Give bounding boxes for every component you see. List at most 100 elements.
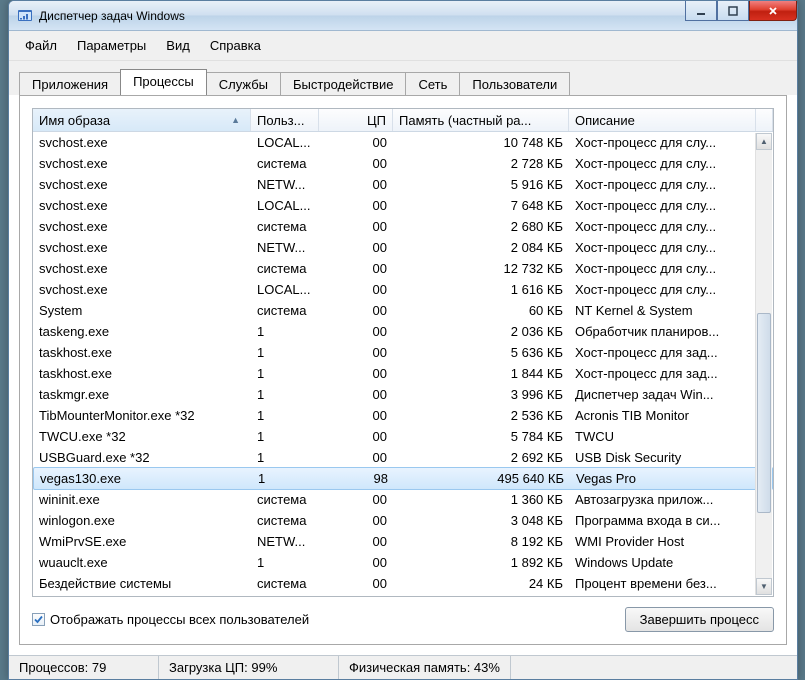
cell-description: Хост-процесс для слу... <box>569 198 773 213</box>
cell-description: USB Disk Security <box>569 450 773 465</box>
table-body[interactable]: svchost.exeLOCAL...0010 748 КБХост-проце… <box>33 132 773 596</box>
table-row[interactable]: wuauclt.exe1001 892 КБWindows Update <box>33 552 773 573</box>
tab-networking[interactable]: Сеть <box>405 72 460 96</box>
cell-name: svchost.exe <box>33 240 251 255</box>
table-row[interactable]: Systemсистема0060 КБNT Kernel & System <box>33 300 773 321</box>
cell-user: система <box>251 156 319 171</box>
cell-memory: 60 КБ <box>393 303 569 318</box>
col-image-name[interactable]: Имя образа ▲ <box>33 109 251 131</box>
maximize-button[interactable] <box>717 1 749 21</box>
cell-user: NETW... <box>251 534 319 549</box>
titlebar[interactable]: Диспетчер задач Windows <box>9 1 797 31</box>
cell-memory: 7 648 КБ <box>393 198 569 213</box>
tab-services[interactable]: Службы <box>206 72 281 96</box>
cell-memory: 3 048 КБ <box>393 513 569 528</box>
cell-description: Хост-процесс для слу... <box>569 156 773 171</box>
cell-name: TWCU.exe *32 <box>33 429 251 444</box>
table-row[interactable]: svchost.exeNETW...002 084 КБХост-процесс… <box>33 237 773 258</box>
col-memory[interactable]: Память (частный ра... <box>393 109 569 131</box>
scroll-up-button[interactable]: ▲ <box>756 133 772 150</box>
table-row[interactable]: TWCU.exe *321005 784 КБTWCU <box>33 426 773 447</box>
col-user[interactable]: Польз... <box>251 109 319 131</box>
cell-memory: 1 892 КБ <box>393 555 569 570</box>
table-row[interactable]: svchost.exeLOCAL...007 648 КБХост-процес… <box>33 195 773 216</box>
cell-name: WmiPrvSE.exe <box>33 534 251 549</box>
table-row[interactable]: svchost.exeсистема0012 732 КБХост-процес… <box>33 258 773 279</box>
cell-cpu: 00 <box>319 555 393 570</box>
cell-name: svchost.exe <box>33 135 251 150</box>
table-row[interactable]: svchost.exeLOCAL...0010 748 КБХост-проце… <box>33 132 773 153</box>
cell-description: Acronis TIB Monitor <box>569 408 773 423</box>
cell-cpu: 00 <box>319 156 393 171</box>
cell-cpu: 00 <box>319 303 393 318</box>
show-all-users-checkbox[interactable] <box>32 613 45 626</box>
cell-memory: 5 916 КБ <box>393 177 569 192</box>
scrollbar[interactable]: ▲ ▼ <box>755 133 772 595</box>
status-memory: Физическая память: 43% <box>339 656 511 679</box>
window-title: Диспетчер задач Windows <box>39 9 185 23</box>
cell-description: Хост-процесс для слу... <box>569 177 773 192</box>
menu-view[interactable]: Вид <box>156 35 200 56</box>
cell-cpu: 00 <box>319 408 393 423</box>
cell-name: svchost.exe <box>33 219 251 234</box>
cell-user: система <box>251 219 319 234</box>
cell-memory: 2 084 КБ <box>393 240 569 255</box>
table-row[interactable]: wininit.exeсистема001 360 КБАвтозагрузка… <box>33 489 773 510</box>
menubar: Файл Параметры Вид Справка <box>9 31 797 61</box>
cell-user: система <box>251 492 319 507</box>
cell-user: система <box>251 576 319 591</box>
tab-performance[interactable]: Быстродействие <box>280 72 406 96</box>
cell-description: Хост-процесс для слу... <box>569 219 773 234</box>
close-button[interactable] <box>749 1 797 21</box>
table-row[interactable]: vegas130.exe198495 640 КБVegas Pro <box>33 467 773 490</box>
cell-memory: 1 616 КБ <box>393 282 569 297</box>
table-row[interactable]: TibMounterMonitor.exe *321002 536 КБAcro… <box>33 405 773 426</box>
menu-help[interactable]: Справка <box>200 35 271 56</box>
cell-description: Обработчик планиров... <box>569 324 773 339</box>
col-scroll-spacer <box>756 109 773 131</box>
show-all-users-row[interactable]: Отображать процессы всех пользователей <box>32 612 309 627</box>
table-row[interactable]: taskmgr.exe1003 996 КБДиспетчер задач Wi… <box>33 384 773 405</box>
table-row[interactable]: svchost.exeNETW...005 916 КБХост-процесс… <box>33 174 773 195</box>
cell-user: 1 <box>251 366 319 381</box>
table-row[interactable]: svchost.exeLOCAL...001 616 КБХост-процес… <box>33 279 773 300</box>
task-manager-window: Диспетчер задач Windows Файл Параметры В… <box>8 0 798 680</box>
cell-cpu: 00 <box>319 219 393 234</box>
table-row[interactable]: svchost.exeсистема002 728 КБХост-процесс… <box>33 153 773 174</box>
scroll-down-button[interactable]: ▼ <box>756 578 772 595</box>
menu-file[interactable]: Файл <box>15 35 67 56</box>
table-row[interactable]: svchost.exeсистема002 680 КБХост-процесс… <box>33 216 773 237</box>
cell-user: 1 <box>251 324 319 339</box>
cell-name: wuauclt.exe <box>33 555 251 570</box>
table-row[interactable]: winlogon.exeсистема003 048 КБПрограмма в… <box>33 510 773 531</box>
cell-memory: 495 640 КБ <box>394 471 570 486</box>
table-row[interactable]: WmiPrvSE.exeNETW...008 192 КБWMI Provide… <box>33 531 773 552</box>
cell-name: System <box>33 303 251 318</box>
tab-applications[interactable]: Приложения <box>19 72 121 96</box>
col-cpu[interactable]: ЦП <box>319 109 393 131</box>
menu-options[interactable]: Параметры <box>67 35 156 56</box>
app-icon <box>17 8 33 24</box>
minimize-button[interactable] <box>685 1 717 21</box>
cell-description: Автозагрузка прилож... <box>569 492 773 507</box>
tab-users[interactable]: Пользователи <box>459 72 570 96</box>
cell-name: winlogon.exe <box>33 513 251 528</box>
cell-user: NETW... <box>251 177 319 192</box>
scroll-thumb[interactable] <box>757 313 771 513</box>
cell-memory: 2 692 КБ <box>393 450 569 465</box>
cell-description: TWCU <box>569 429 773 444</box>
tab-processes[interactable]: Процессы <box>120 69 207 95</box>
table-row[interactable]: taskeng.exe1002 036 КБОбработчик планиро… <box>33 321 773 342</box>
col-cpu-label: ЦП <box>367 113 386 128</box>
cell-user: LOCAL... <box>251 198 319 213</box>
cell-memory: 2 036 КБ <box>393 324 569 339</box>
table-row[interactable]: taskhost.exe1005 636 КБХост-процесс для … <box>33 342 773 363</box>
table-row[interactable]: Бездействие системысистема0024 КБПроцент… <box>33 573 773 594</box>
end-process-button[interactable]: Завершить процесс <box>625 607 774 632</box>
cell-name: vegas130.exe <box>34 471 252 486</box>
table-row[interactable]: USBGuard.exe *321002 692 КБUSB Disk Secu… <box>33 447 773 468</box>
cell-name: wininit.exe <box>33 492 251 507</box>
cell-memory: 5 784 КБ <box>393 429 569 444</box>
table-row[interactable]: taskhost.exe1001 844 КБХост-процесс для … <box>33 363 773 384</box>
col-description[interactable]: Описание <box>569 109 756 131</box>
